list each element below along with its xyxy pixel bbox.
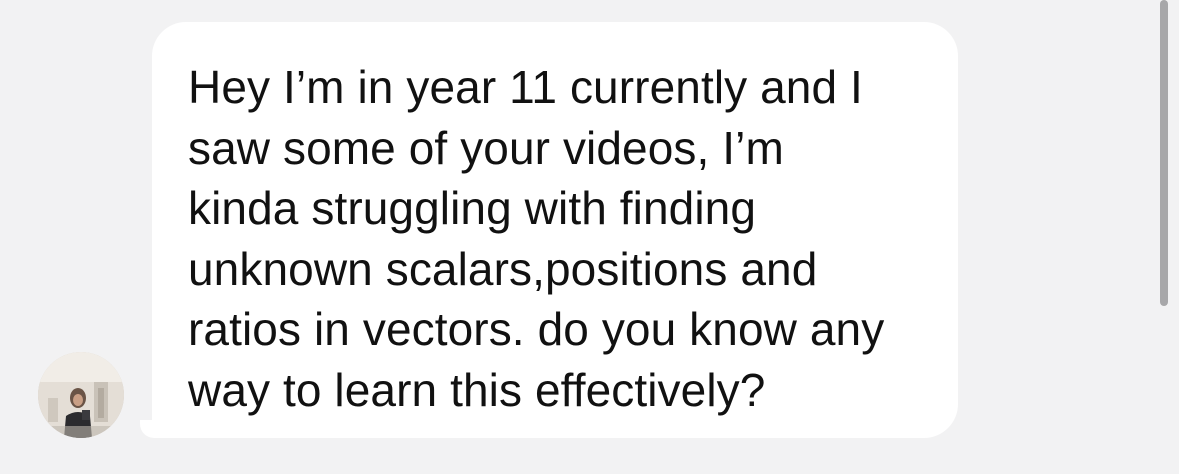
sender-avatar[interactable] [38,352,124,438]
profile-photo-icon [38,352,124,438]
scrollbar-thumb[interactable] [1160,0,1168,306]
incoming-message-bubble[interactable]: Hey I’m in year 11 currently and I saw s… [152,22,958,438]
chat-thread: Hey I’m in year 11 currently and I saw s… [0,0,1179,474]
message-text: Hey I’m in year 11 currently and I saw s… [188,61,885,416]
